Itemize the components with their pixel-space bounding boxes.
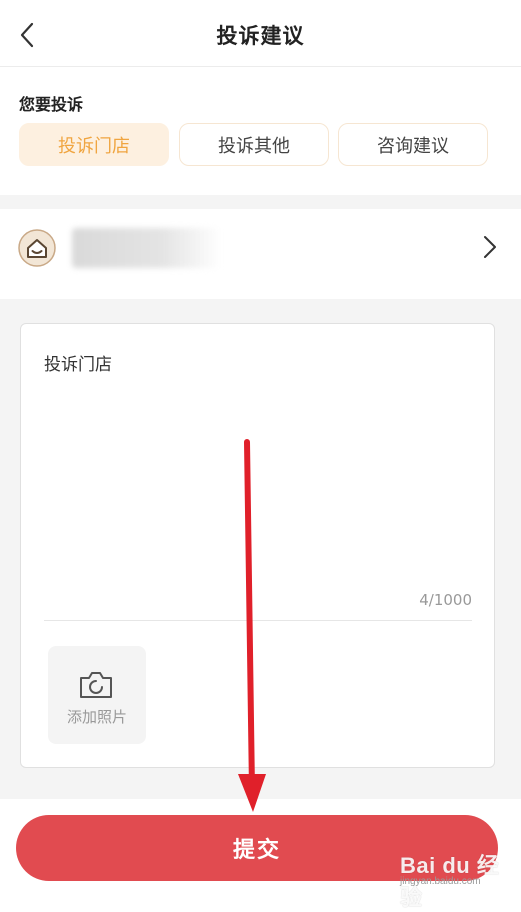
header-bar: 投诉建议 bbox=[0, 0, 521, 67]
store-home-icon bbox=[18, 229, 56, 267]
add-photo-button[interactable]: 添加照片 bbox=[48, 646, 146, 744]
chevron-right-icon bbox=[484, 236, 496, 258]
submit-button[interactable]: 提交 bbox=[16, 815, 498, 881]
camera-icon bbox=[80, 672, 112, 698]
complaint-textarea[interactable]: 投诉门店 bbox=[44, 350, 112, 375]
type-option-consult[interactable]: 咨询建议 bbox=[338, 123, 488, 166]
complaint-type-section: 您要投诉 投诉门店 投诉其他 咨询建议 bbox=[0, 67, 521, 195]
page-title: 投诉建议 bbox=[216, 24, 305, 48]
complaint-type-label: 您要投诉 bbox=[19, 95, 84, 114]
form-divider bbox=[44, 620, 472, 621]
char-count: 4/1000 bbox=[419, 591, 472, 609]
type-option-store[interactable]: 投诉门店 bbox=[19, 123, 169, 166]
type-option-other[interactable]: 投诉其他 bbox=[179, 123, 329, 166]
add-photo-label: 添加照片 bbox=[66, 708, 127, 726]
section-divider bbox=[0, 195, 521, 209]
complaint-form-card: 投诉门店 4/1000 添加照片 bbox=[20, 323, 495, 768]
store-name-blurred bbox=[72, 228, 222, 268]
